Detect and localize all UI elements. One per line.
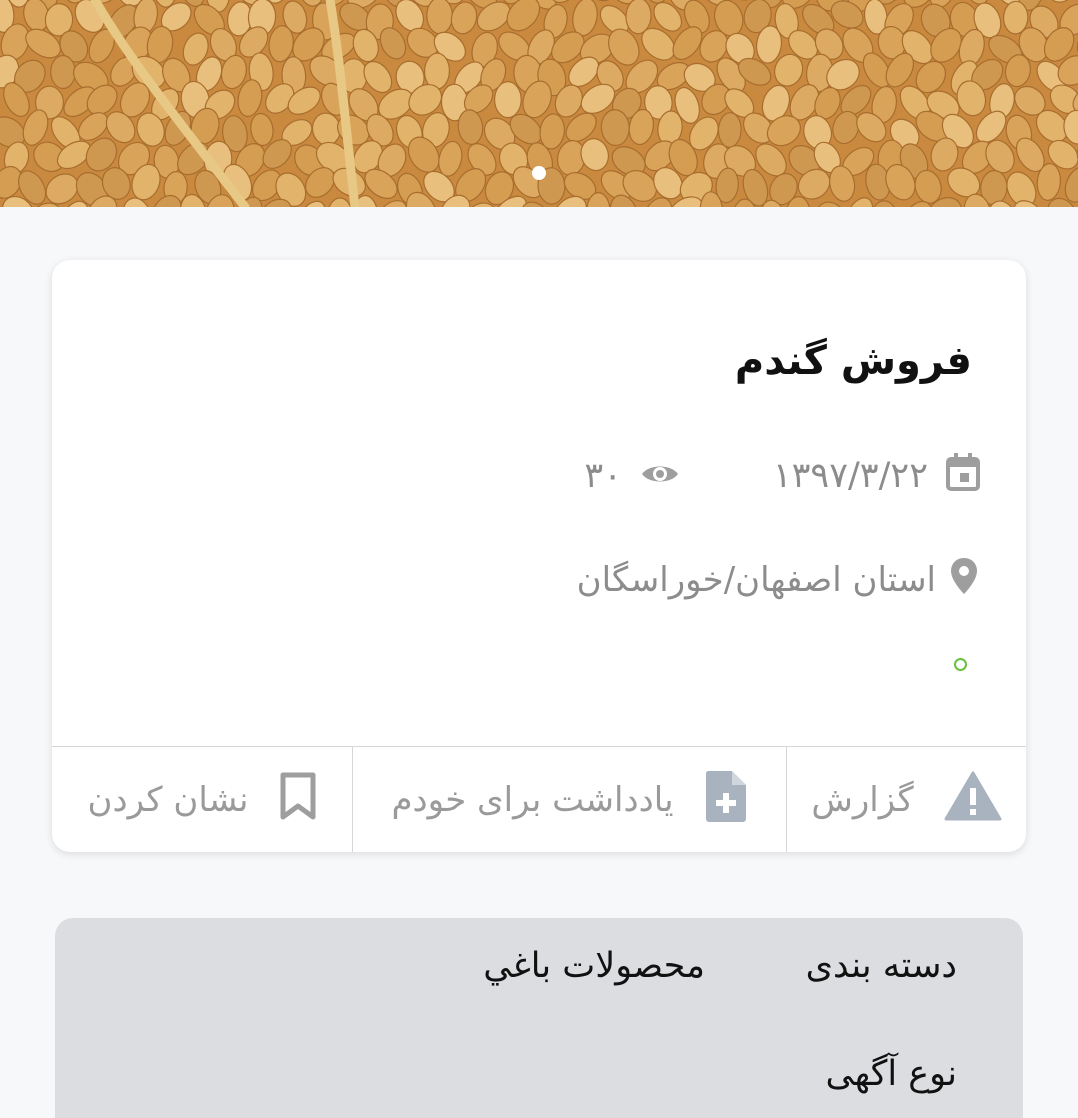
hero-image[interactable] [0,0,1078,207]
category-value: محصولات باغي [483,946,705,986]
bookmark-button[interactable]: نشان کردن [52,747,352,852]
report-label: گزارش [811,780,914,820]
note-add-icon [704,769,748,832]
view-count: ۳۰ [584,456,622,496]
note-label: یادداشت برای خودم [391,780,674,820]
listing-title: فروش گندم [734,338,972,384]
bookmark-icon [279,772,317,829]
date-meta: ۱۳۹۷/۳/۲۲ [772,452,980,496]
action-bar: نشان کردن یادداشت برای خودم گزارش [52,746,1026,852]
calendar-icon [946,452,980,500]
category-label: دسته بندی [805,946,957,986]
eye-icon [640,456,680,496]
bookmark-label: نشان کردن [87,780,249,820]
warning-icon [944,771,1002,830]
ad-type-label: نوع آگهی [825,1054,957,1094]
add-note-button[interactable]: یادداشت برای خودم [352,747,787,852]
map-pin-icon [950,557,978,604]
views-meta: ۳۰ [584,456,680,496]
listing-location: استان اصفهان/خوراسگان [576,557,978,604]
listing-card: فروش گندم ۱۳۹۷/۳/۲۲ ۳۰ استان اصفهان/خورا… [52,260,1026,852]
status-indicator [954,658,967,671]
location-text: استان اصفهان/خوراسگان [576,560,936,600]
report-button[interactable]: گزارش [787,747,1026,852]
details-panel: دسته بندی محصولات باغي نوع آگهی [55,918,1023,1118]
wheat-image [0,0,1078,207]
carousel-dot[interactable] [532,166,546,180]
listing-date: ۱۳۹۷/۳/۲۲ [772,456,928,496]
